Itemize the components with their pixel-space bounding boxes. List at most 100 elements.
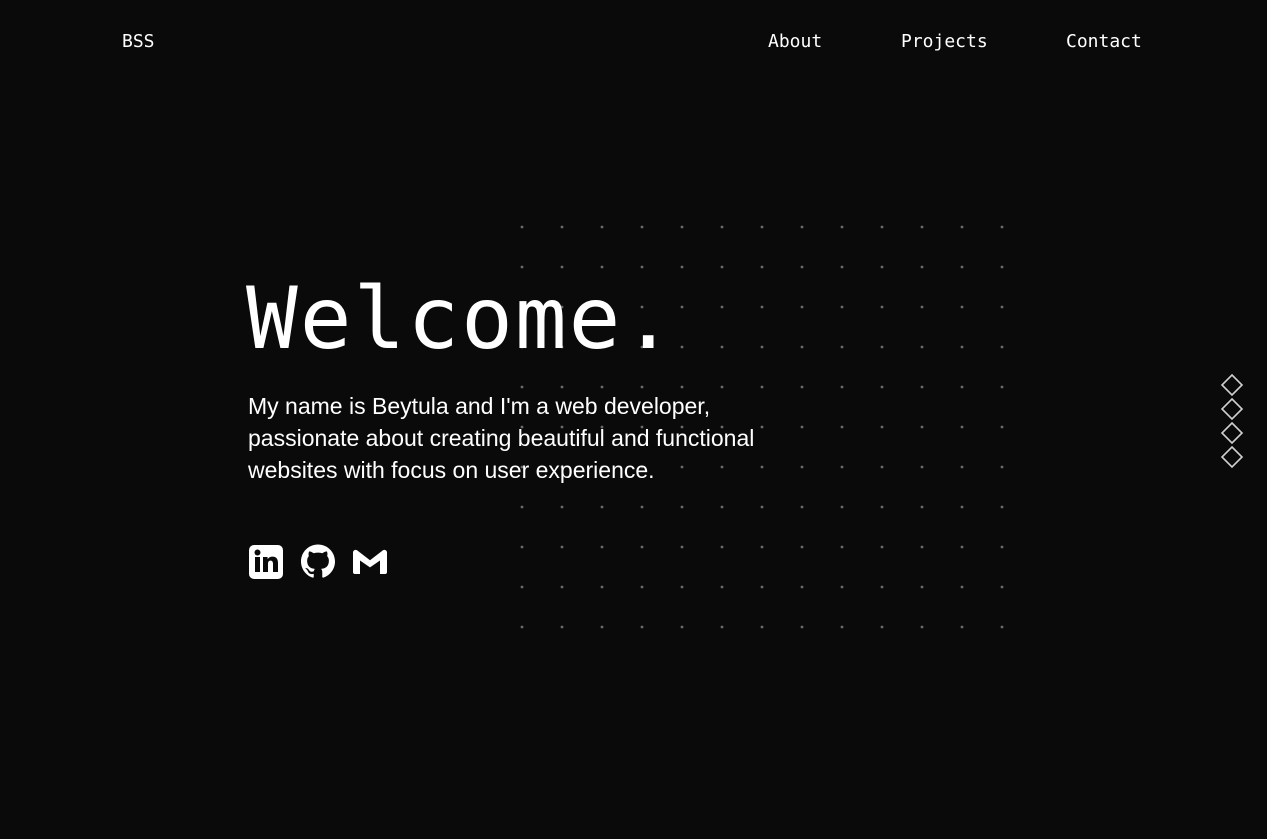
grid-dot	[960, 425, 964, 429]
site-logo[interactable]: BSS	[122, 30, 155, 54]
grid-dot	[880, 545, 884, 549]
grid-dot	[800, 425, 804, 429]
grid-dot	[840, 225, 844, 229]
grid-dot	[840, 345, 844, 349]
nav-link-contact[interactable]: Contact	[1066, 30, 1142, 54]
diamond-icon	[1220, 397, 1244, 421]
linkedin-icon	[249, 545, 283, 579]
grid-dot	[920, 305, 924, 309]
grid-dot	[600, 505, 604, 509]
grid-dot	[760, 385, 764, 389]
grid-dot	[760, 345, 764, 349]
grid-dot	[680, 305, 684, 309]
grid-dot	[1000, 305, 1004, 309]
grid-dot	[920, 465, 924, 469]
grid-dot	[1000, 225, 1004, 229]
diamond-icon	[1220, 421, 1244, 445]
grid-dot	[720, 385, 724, 389]
grid-dot	[720, 505, 724, 509]
grid-dot	[680, 625, 684, 629]
grid-dot	[840, 425, 844, 429]
grid-dot	[880, 465, 884, 469]
grid-dot	[920, 425, 924, 429]
gmail-icon	[353, 549, 387, 574]
grid-dot	[880, 345, 884, 349]
github-link[interactable]	[300, 543, 336, 579]
grid-dot	[640, 545, 644, 549]
nav-link-projects[interactable]: Projects	[901, 30, 988, 54]
section-indicator-3[interactable]	[1220, 421, 1244, 445]
grid-dot	[920, 625, 924, 629]
linkedin-link[interactable]	[248, 543, 284, 579]
grid-dot	[720, 265, 724, 269]
grid-dot	[640, 385, 644, 389]
grid-dot	[800, 585, 804, 589]
github-icon	[301, 544, 335, 578]
grid-dot	[640, 505, 644, 509]
grid-dot	[600, 625, 604, 629]
grid-dot	[1000, 585, 1004, 589]
grid-dot	[680, 385, 684, 389]
grid-dot	[800, 625, 804, 629]
grid-dot	[880, 305, 884, 309]
grid-dot	[720, 585, 724, 589]
grid-dot	[840, 265, 844, 269]
grid-dot	[880, 585, 884, 589]
grid-dot	[680, 545, 684, 549]
section-indicator-4[interactable]	[1220, 445, 1244, 469]
grid-dot	[1000, 425, 1004, 429]
social-links	[248, 543, 388, 579]
grid-dot	[1000, 625, 1004, 629]
grid-dot	[760, 505, 764, 509]
grid-dot	[960, 625, 964, 629]
grid-dot	[640, 225, 644, 229]
grid-dot	[720, 625, 724, 629]
diamond-icon	[1220, 373, 1244, 397]
grid-dot	[600, 545, 604, 549]
grid-dot	[800, 545, 804, 549]
grid-dot	[800, 305, 804, 309]
grid-dot	[560, 585, 564, 589]
grid-dot	[840, 465, 844, 469]
grid-dot	[840, 385, 844, 389]
grid-dot	[680, 225, 684, 229]
hero-title: Welcome.	[246, 269, 677, 369]
grid-dot	[920, 505, 924, 509]
grid-dot	[960, 225, 964, 229]
grid-dot	[520, 505, 524, 509]
grid-dot	[1000, 505, 1004, 509]
grid-dot	[840, 305, 844, 309]
grid-dot	[640, 585, 644, 589]
diamond-icon	[1220, 445, 1244, 469]
grid-dot	[880, 265, 884, 269]
grid-dot	[520, 225, 524, 229]
nav-link-about[interactable]: About	[768, 30, 822, 54]
grid-dot	[960, 585, 964, 589]
grid-dot	[800, 225, 804, 229]
grid-dot	[960, 505, 964, 509]
grid-dot	[520, 545, 524, 549]
grid-dot	[800, 265, 804, 269]
grid-dot	[520, 625, 524, 629]
grid-dot	[800, 385, 804, 389]
grid-dot	[960, 385, 964, 389]
section-indicator-2[interactable]	[1220, 397, 1244, 421]
gmail-link[interactable]	[352, 543, 388, 579]
grid-dot	[880, 505, 884, 509]
grid-dot	[1000, 545, 1004, 549]
grid-dot	[920, 385, 924, 389]
grid-dot	[880, 625, 884, 629]
grid-dot	[840, 585, 844, 589]
grid-dot	[520, 385, 524, 389]
grid-dot	[840, 545, 844, 549]
section-indicator-1[interactable]	[1220, 373, 1244, 397]
grid-dot	[920, 225, 924, 229]
section-indicators	[1220, 373, 1244, 469]
grid-dot	[800, 345, 804, 349]
grid-dot	[760, 225, 764, 229]
grid-dot	[960, 265, 964, 269]
grid-dot	[760, 585, 764, 589]
grid-dot	[1000, 265, 1004, 269]
grid-dot	[520, 585, 524, 589]
grid-dot	[680, 505, 684, 509]
